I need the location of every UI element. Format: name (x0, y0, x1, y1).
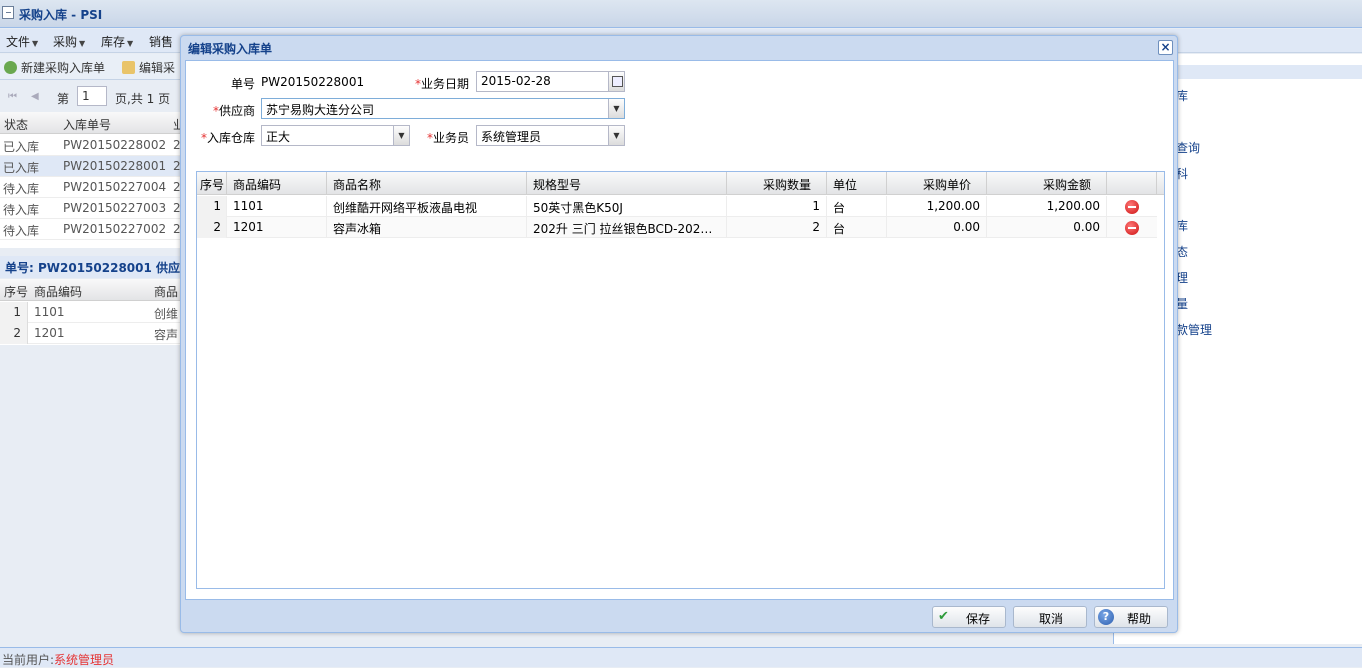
table-row[interactable]: 待入库 PW20150227002 2 (0, 219, 181, 240)
table-row[interactable]: 已入库 PW20150228002 2 (0, 135, 181, 156)
edit-purchase-dialog: 编辑采购入库单 × 单号 PW20150228001 *业务日期 2015-02… (180, 35, 1178, 633)
chevron-down-icon: ▼ (127, 39, 134, 48)
pager: ⏮ ◀ 第 1 页,共 1 页 (0, 84, 181, 110)
menu-inventory[interactable]: 库存 ▼ (101, 33, 133, 50)
col-unit[interactable]: 单位 (827, 172, 887, 195)
chevron-down-icon[interactable]: ▼ (608, 126, 624, 145)
page-prefix: 第 (57, 92, 70, 106)
first-page-icon[interactable]: ⏮ (8, 91, 17, 102)
goods-price[interactable]: 0.00 (887, 217, 987, 238)
chevron-down-icon[interactable]: ▼ (608, 99, 624, 118)
chevron-down-icon[interactable]: ▼ (393, 126, 409, 145)
dialog-title: 编辑采购入库单 (188, 42, 273, 56)
biz-user-label: *业务员 (427, 131, 470, 145)
goods-unit: 台 (827, 217, 887, 238)
supplier-label: *供应商 (213, 104, 256, 118)
app-window-icon (2, 6, 14, 19)
dialog-body: 单号 PW20150228001 *业务日期 2015-02-28 *供应商 苏… (185, 60, 1174, 600)
status-bar: 当前用户:系统管理员 (0, 647, 1362, 667)
detail-panel-title: 单号: PW20150228001 供应商 (0, 256, 181, 278)
warehouse-label: *入库仓库 (201, 131, 256, 145)
cancel-button[interactable]: 取消 (1013, 606, 1087, 628)
biz-date-field[interactable]: 2015-02-28 (476, 71, 625, 92)
add-icon (4, 61, 17, 74)
col-action (1107, 172, 1157, 195)
chevron-down-icon: ▼ (79, 39, 86, 48)
col-goods-spec[interactable]: 规格型号 (527, 172, 727, 195)
row-num: 1 (197, 196, 227, 217)
col-goods-code[interactable]: 商品编码 (227, 172, 327, 195)
bill-no-value: PW20150228001 (261, 75, 365, 89)
bill-list-header: 状态 入库单号 业 (0, 112, 181, 134)
table-row[interactable]: 2 1201 容声 (0, 323, 181, 344)
supplier-combo[interactable]: 苏宁易购大连分公司 ▼ (261, 98, 625, 119)
biz-user-combo[interactable]: 系统管理员 ▼ (476, 125, 625, 146)
biz-date-label: *业务日期 (415, 77, 470, 91)
delete-row-icon[interactable] (1125, 200, 1139, 214)
table-row[interactable]: 2 1201 容声冰箱 202升 三门 拉丝银色BCD-202M/... 2 台… (197, 217, 1157, 238)
goods-spec: 202升 三门 拉丝银色BCD-202M/... (527, 217, 727, 238)
calendar-icon[interactable] (608, 72, 624, 91)
col-code[interactable]: 商品编码 (34, 283, 82, 300)
table-row[interactable]: 1 1101 创维 (0, 302, 181, 323)
prev-page-icon[interactable]: ◀ (31, 91, 39, 102)
col-ref[interactable]: 入库单号 (63, 116, 111, 133)
warehouse-combo[interactable]: 正大 ▼ (261, 125, 410, 146)
goods-grid-header: 序号 商品编码 商品名称 规格型号 采购数量 单位 采购单价 采购金额 (197, 172, 1164, 195)
bill-no-label: 单号 (231, 77, 256, 91)
menu-purchase[interactable]: 采购 ▼ (53, 33, 85, 50)
menu-file[interactable]: 文件 ▼ (6, 33, 38, 50)
col-num[interactable]: 序号 (4, 283, 28, 300)
page-number-input[interactable]: 1 (77, 86, 107, 106)
goods-qty[interactable]: 1 (727, 196, 827, 217)
col-status[interactable]: 状态 (4, 116, 28, 133)
goods-amount: 0.00 (987, 217, 1107, 238)
detail-header: 序号 商品编码 商品 (0, 279, 181, 301)
goods-name: 创维酷开网络平板液晶电视 (327, 196, 527, 217)
goods-name: 容声冰箱 (327, 217, 527, 238)
col-price[interactable]: 采购单价 (887, 172, 987, 195)
col-name[interactable]: 商品 (154, 283, 178, 300)
goods-grid: 序号 商品编码 商品名称 规格型号 采购数量 单位 采购单价 采购金额 1 11… (196, 171, 1165, 589)
table-row[interactable]: 待入库 PW20150227003 2 (0, 198, 181, 219)
col-goods-name[interactable]: 商品名称 (327, 172, 527, 195)
goods-amount: 1,200.00 (987, 196, 1107, 217)
close-icon[interactable]: × (1158, 40, 1173, 55)
row-num: 2 (197, 217, 227, 238)
check-icon: ✔ (938, 609, 949, 624)
save-button[interactable]: ✔ 保存 (932, 606, 1006, 628)
edit-icon (122, 61, 135, 74)
new-purchase-button[interactable]: 新建采购入库单 (4, 59, 105, 76)
menu-sales[interactable]: 销售 (149, 33, 173, 50)
goods-spec: 50英寸黑色K50J (527, 196, 727, 217)
goods-code[interactable]: 1201 (227, 217, 327, 238)
col-qty[interactable]: 采购数量 (727, 172, 827, 195)
help-icon: ? (1098, 609, 1114, 625)
table-row[interactable]: 1 1101 创维酷开网络平板液晶电视 50英寸黑色K50J 1 台 1,200… (197, 196, 1157, 217)
chevron-down-icon: ▼ (32, 39, 39, 48)
app-titlebar: 采购入库 - PSI (0, 0, 1362, 28)
table-row[interactable]: 已入库 PW20150228001 2 (0, 156, 181, 177)
current-user-label: 当前用户: (2, 653, 55, 667)
page-suffix: 页,共 1 页 (115, 92, 171, 106)
delete-row-icon[interactable] (1125, 221, 1139, 235)
nav-link[interactable]: 款管理 (1176, 321, 1212, 338)
current-user: 系统管理员 (54, 653, 115, 667)
goods-unit: 台 (827, 196, 887, 217)
table-row[interactable]: 待入库 PW20150227004 2 (0, 177, 181, 198)
goods-code[interactable]: 1101 (227, 196, 327, 217)
app-title: 采购入库 - PSI (19, 8, 103, 22)
col-num[interactable]: 序号 (197, 172, 227, 195)
col-amount[interactable]: 采购金额 (987, 172, 1107, 195)
detail-grid: 序号 商品编码 商品 1 1101 创维 2 1201 容声 (0, 279, 181, 345)
nav-link[interactable]: 查询 (1176, 139, 1200, 156)
bill-list-grid: 状态 入库单号 业 已入库 PW20150228002 2 已入库 PW2015022… (0, 112, 181, 248)
goods-price[interactable]: 1,200.00 (887, 196, 987, 217)
help-button[interactable]: ? 帮助 (1094, 606, 1168, 628)
goods-qty[interactable]: 2 (727, 217, 827, 238)
edit-purchase-button[interactable]: 编辑采 (122, 59, 175, 76)
